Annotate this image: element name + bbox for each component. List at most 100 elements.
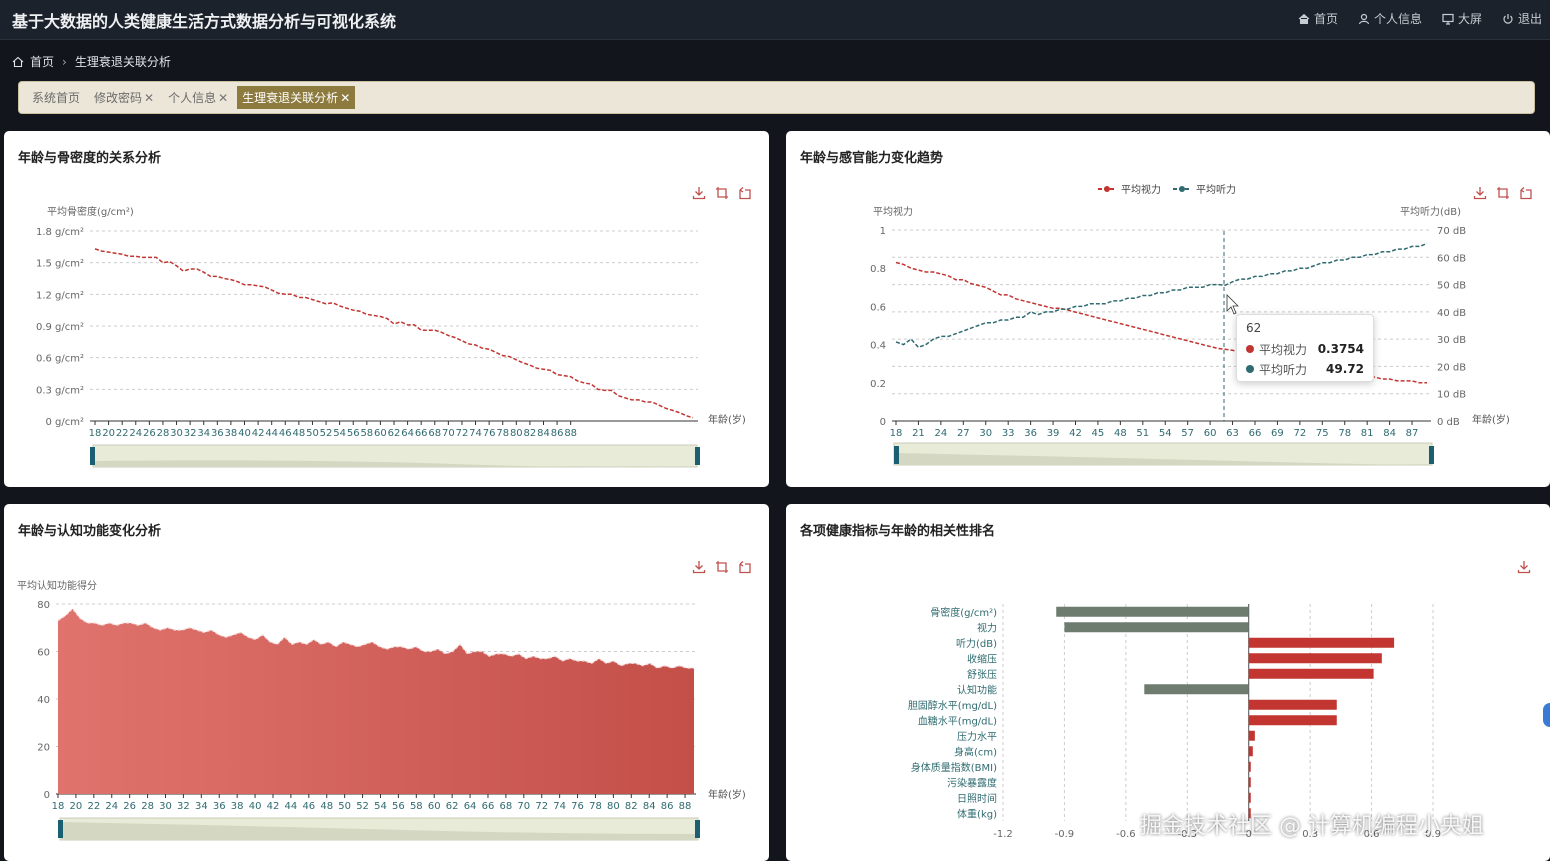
top-bar: 基于大数据的人类健康生活方式数据分析与可视化系统 首页 个人信息 大屏 退出 <box>0 0 1550 40</box>
x-tick-label: 84 <box>1383 428 1396 439</box>
x-tick-label: 72 <box>535 801 548 812</box>
x-tick-label: 82 <box>524 428 537 439</box>
x-tick-label: 40 <box>238 428 251 439</box>
tooltip-row-hearing: 平均听力 49.72 <box>1246 359 1364 379</box>
x-tick-label: 80 <box>510 428 523 439</box>
x-tick-label: 18 <box>890 428 903 439</box>
x-tick-label: 46 <box>279 428 292 439</box>
zoom-handle-left[interactable] <box>90 447 95 465</box>
home-icon <box>1298 13 1310 24</box>
x-tick-label: 26 <box>143 428 156 439</box>
x-tick-label: 42 <box>252 428 265 439</box>
breadcrumb-home[interactable]: 首页 <box>30 53 54 70</box>
x-tick-label: 40 <box>249 801 262 812</box>
tab-decline-analysis[interactable]: 生理衰退关联分析 ✕ <box>237 86 356 109</box>
zoom-handle-right[interactable] <box>1429 446 1434 464</box>
x-tick-label: 66 <box>415 428 428 439</box>
tab-label: 修改密码 <box>94 91 143 105</box>
correlation-bar <box>1248 715 1337 726</box>
correlation-bar <box>1056 606 1249 617</box>
x-tick-label: 30 <box>170 428 183 439</box>
x-tick-label: 48 <box>1114 428 1127 439</box>
x-tick-label: 20 <box>70 801 83 812</box>
x-tick-label: 32 <box>177 801 190 812</box>
y-tick-label: 0.8 <box>870 264 886 275</box>
x-tick-label: 62 <box>446 801 459 812</box>
tooltip-row-vision: 平均视力 0.3754 <box>1246 339 1364 359</box>
x-tick-label: 45 <box>1092 428 1105 439</box>
correlation-bar <box>1144 684 1249 695</box>
correlation-bar <box>1248 668 1374 679</box>
tab-label: 个人信息 <box>168 91 217 105</box>
x-tick-label: 60 <box>374 428 387 439</box>
x-tick-label: 81 <box>1361 428 1374 439</box>
x-tick-label: 51 <box>1136 428 1149 439</box>
y-tick-label: 1.8 g/cm² <box>36 227 84 238</box>
x-tick-label: 38 <box>231 801 244 812</box>
tab-change-password[interactable]: 修改密码 ✕ <box>89 86 159 109</box>
x-tick-label: 66 <box>482 801 495 812</box>
category-label: 日照时间 <box>957 792 997 805</box>
x-tick-label: 86 <box>661 801 674 812</box>
zoom-handle-left[interactable] <box>894 446 899 464</box>
x-tick-label: 88 <box>564 428 577 439</box>
zoom-handle-right[interactable] <box>695 447 700 465</box>
legend-item-vision[interactable]: 平均视力 <box>1098 183 1161 196</box>
zoom-handle-right[interactable] <box>695 820 700 838</box>
correlation-bar <box>1248 699 1337 710</box>
x-tick-label: 56 <box>347 428 360 439</box>
x-tick-label: 36 <box>213 801 226 812</box>
tooltip-value: 49.72 <box>1326 362 1364 376</box>
nav-screen[interactable]: 大屏 <box>1442 10 1482 27</box>
top-nav: 首页 个人信息 大屏 退出 <box>1298 10 1542 27</box>
mouse-cursor-icon <box>1226 294 1239 315</box>
category-label: 收缩压 <box>967 652 997 665</box>
x-tick-label: 69 <box>1271 428 1284 439</box>
x-tick-label: 54 <box>374 801 387 812</box>
x-tick-label: 42 <box>267 801 280 812</box>
close-icon[interactable]: ✕ <box>144 91 154 105</box>
tooltip-age: 62 <box>1246 321 1262 335</box>
x-axis-title: 年龄(岁) <box>708 413 746 426</box>
y-axis-title-left: 平均视力 <box>873 205 913 218</box>
category-label: 压力水平 <box>957 730 997 743</box>
bone-density-series-line <box>94 248 694 419</box>
tab-profile[interactable]: 个人信息 ✕ <box>163 86 233 109</box>
tab-label: 生理衰退关联分析 <box>242 91 339 105</box>
y-tick-label: 0.4 <box>870 341 886 352</box>
x-tick-label: -0.9 <box>1055 829 1075 840</box>
x-tick-label: 63 <box>1226 428 1239 439</box>
zoom-handle-left[interactable] <box>58 820 63 838</box>
category-label: 认知功能 <box>957 683 997 696</box>
zoom-slider[interactable] <box>90 444 700 468</box>
x-tick-label: 34 <box>195 801 208 812</box>
zoom-slider[interactable] <box>58 817 700 841</box>
y2-tick-label: 70 dB <box>1437 226 1466 237</box>
y-axis-title: 平均认知功能得分 <box>17 579 97 592</box>
side-float-button[interactable] <box>1543 703 1550 727</box>
x-tick-label: 24 <box>129 428 142 439</box>
close-icon[interactable]: ✕ <box>340 91 350 105</box>
nav-screen-label: 大屏 <box>1457 12 1482 26</box>
x-tick-label: 70 <box>517 801 530 812</box>
tab-home[interactable]: 系统首页 <box>27 86 85 109</box>
x-axis-title: 年龄(岁) <box>708 788 746 801</box>
nav-profile-label: 个人信息 <box>1373 12 1422 26</box>
x-tick-label: 39 <box>1047 428 1060 439</box>
x-tick-label: 54 <box>1159 428 1172 439</box>
cognitive-chart: 平均认知功能得分 0 20 40 60 80 18 20 22 24 26 28 30 32 34 36 3… <box>17 579 746 841</box>
x-tick-label: 56 <box>392 801 405 812</box>
x-tick-label: 22 <box>116 428 129 439</box>
nav-home[interactable]: 首页 <box>1298 10 1338 27</box>
x-tick-label: 44 <box>265 428 278 439</box>
x-tick-label: 26 <box>123 801 136 812</box>
nav-profile[interactable]: 个人信息 <box>1358 10 1422 27</box>
sensory-panel: 年龄与感官能力变化趋势 平均视力 平均听力 平均视力 平均听力(dB) 0 0.2… <box>786 131 1550 487</box>
x-tick-label: 36 <box>211 428 224 439</box>
nav-logout[interactable]: 退出 <box>1502 10 1542 27</box>
close-icon[interactable]: ✕ <box>218 91 228 105</box>
zoom-slider[interactable] <box>893 442 1434 466</box>
x-tick-label: 74 <box>469 428 482 439</box>
legend-item-hearing[interactable]: 平均听力 <box>1173 183 1236 196</box>
y2-tick-label: 0 dB <box>1437 417 1460 428</box>
